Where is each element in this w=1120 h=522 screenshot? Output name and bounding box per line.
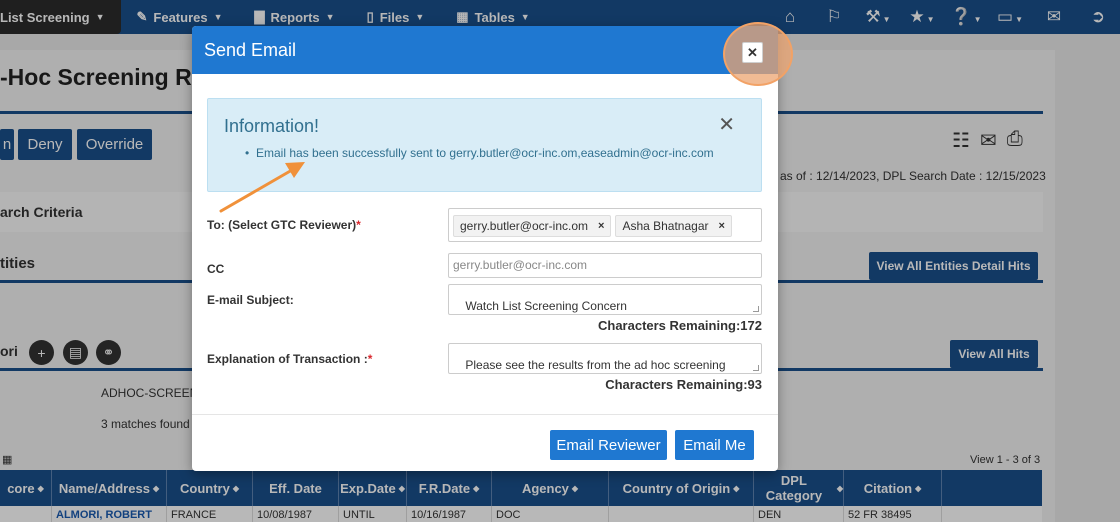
- to-label: To: (Select GTC Reviewer)*: [207, 218, 361, 232]
- email-me-button[interactable]: Email Me: [675, 430, 754, 460]
- modal-footer-divider: [192, 414, 778, 415]
- explanation-chars-remaining: Characters Remaining:93: [605, 377, 762, 392]
- cc-input[interactable]: gerry.butler@ocr-inc.com: [448, 253, 762, 278]
- cc-label: CC: [207, 262, 225, 276]
- subject-label: E-mail Subject:: [207, 293, 294, 307]
- close-alert-icon[interactable]: ✕: [718, 112, 735, 137]
- remove-tag-icon[interactable]: ×: [719, 220, 725, 232]
- explanation-textarea[interactable]: Please see the results from the ad hoc s…: [448, 343, 762, 374]
- to-tag-label: Asha Bhatnagar: [622, 219, 709, 233]
- email-reviewer-button[interactable]: Email Reviewer: [550, 430, 667, 460]
- to-tag-label: gerry.butler@ocr-inc.om: [460, 219, 588, 233]
- subject-value: Watch List Screening Concern: [465, 299, 627, 313]
- to-tag: Asha Bhatnagar ×: [615, 215, 732, 237]
- to-tag: gerry.butler@ocr-inc.om ×: [453, 215, 612, 237]
- to-select[interactable]: gerry.butler@ocr-inc.om × Asha Bhatnagar…: [448, 208, 762, 242]
- resize-handle-icon[interactable]: [753, 306, 759, 312]
- subject-chars-remaining: Characters Remaining:172: [597, 318, 762, 333]
- explanation-value: Please see the results from the ad hoc s…: [452, 358, 726, 373]
- info-alert: Information! ✕ Email has been successful…: [207, 98, 762, 192]
- modal-header: Send Email: [192, 26, 778, 74]
- close-icon[interactable]: ✕: [742, 42, 763, 63]
- explanation-label: Explanation of Transaction :*: [207, 352, 373, 366]
- info-alert-title: Information!: [224, 116, 320, 136]
- subject-textarea[interactable]: Watch List Screening Concern: [448, 284, 762, 315]
- remove-tag-icon[interactable]: ×: [598, 220, 604, 232]
- send-email-modal: Send Email Information! ✕ Email has been…: [192, 26, 778, 471]
- info-alert-message: Email has been successfully sent to gerr…: [245, 146, 714, 160]
- resize-handle-icon[interactable]: [753, 365, 759, 371]
- modal-title: Send Email: [204, 40, 297, 60]
